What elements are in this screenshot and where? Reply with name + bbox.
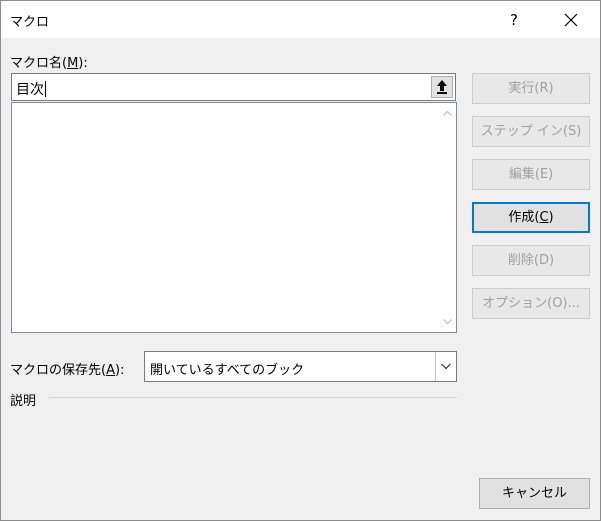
options-button[interactable]: オプション(O)... <box>472 288 590 319</box>
macro-name-input[interactable]: 目次 <box>11 73 456 101</box>
description-label: 説明 <box>10 394 37 409</box>
chevron-up-icon <box>443 110 452 116</box>
macros-in-label: マクロの保存先(A): <box>10 363 125 378</box>
create-button[interactable]: 作成(C) <box>472 202 590 233</box>
description-divider <box>49 397 457 398</box>
close-icon <box>564 13 578 27</box>
macros-in-dropdown-button[interactable] <box>435 352 456 381</box>
scroll-down-button[interactable] <box>439 313 456 330</box>
macros-in-select[interactable]: 開いているすべてのブック <box>144 351 457 382</box>
window-title: マクロ <box>10 15 50 30</box>
chevron-down-icon <box>441 363 451 370</box>
macro-name-value: 目次 <box>16 82 44 98</box>
scroll-up-button[interactable] <box>439 105 456 122</box>
title-bar: マクロ ? <box>1 1 600 38</box>
cancel-button[interactable]: キャンセル <box>479 478 590 509</box>
delete-button[interactable]: 削除(D) <box>472 245 590 276</box>
macro-list[interactable] <box>11 102 457 333</box>
macro-name-label: マクロ名(M): <box>10 56 88 71</box>
edit-button[interactable]: 編集(E) <box>472 159 590 190</box>
list-scrollbar[interactable] <box>439 103 456 332</box>
macro-dialog: マクロ ? マクロ名(M): 目次 実行(R) ステップ イン(S) 編集(E)… <box>0 0 601 521</box>
close-button[interactable] <box>553 7 589 33</box>
step-into-button[interactable]: ステップ イン(S) <box>472 116 590 147</box>
help-button[interactable]: ? <box>501 9 527 31</box>
collapse-dialog-icon <box>437 80 447 94</box>
run-button[interactable]: 実行(R) <box>472 73 590 104</box>
collapse-dialog-button[interactable] <box>431 76 453 98</box>
chevron-down-icon <box>443 319 452 325</box>
macros-in-value: 開いているすべてのブック <box>150 363 305 378</box>
text-caret <box>45 81 46 97</box>
